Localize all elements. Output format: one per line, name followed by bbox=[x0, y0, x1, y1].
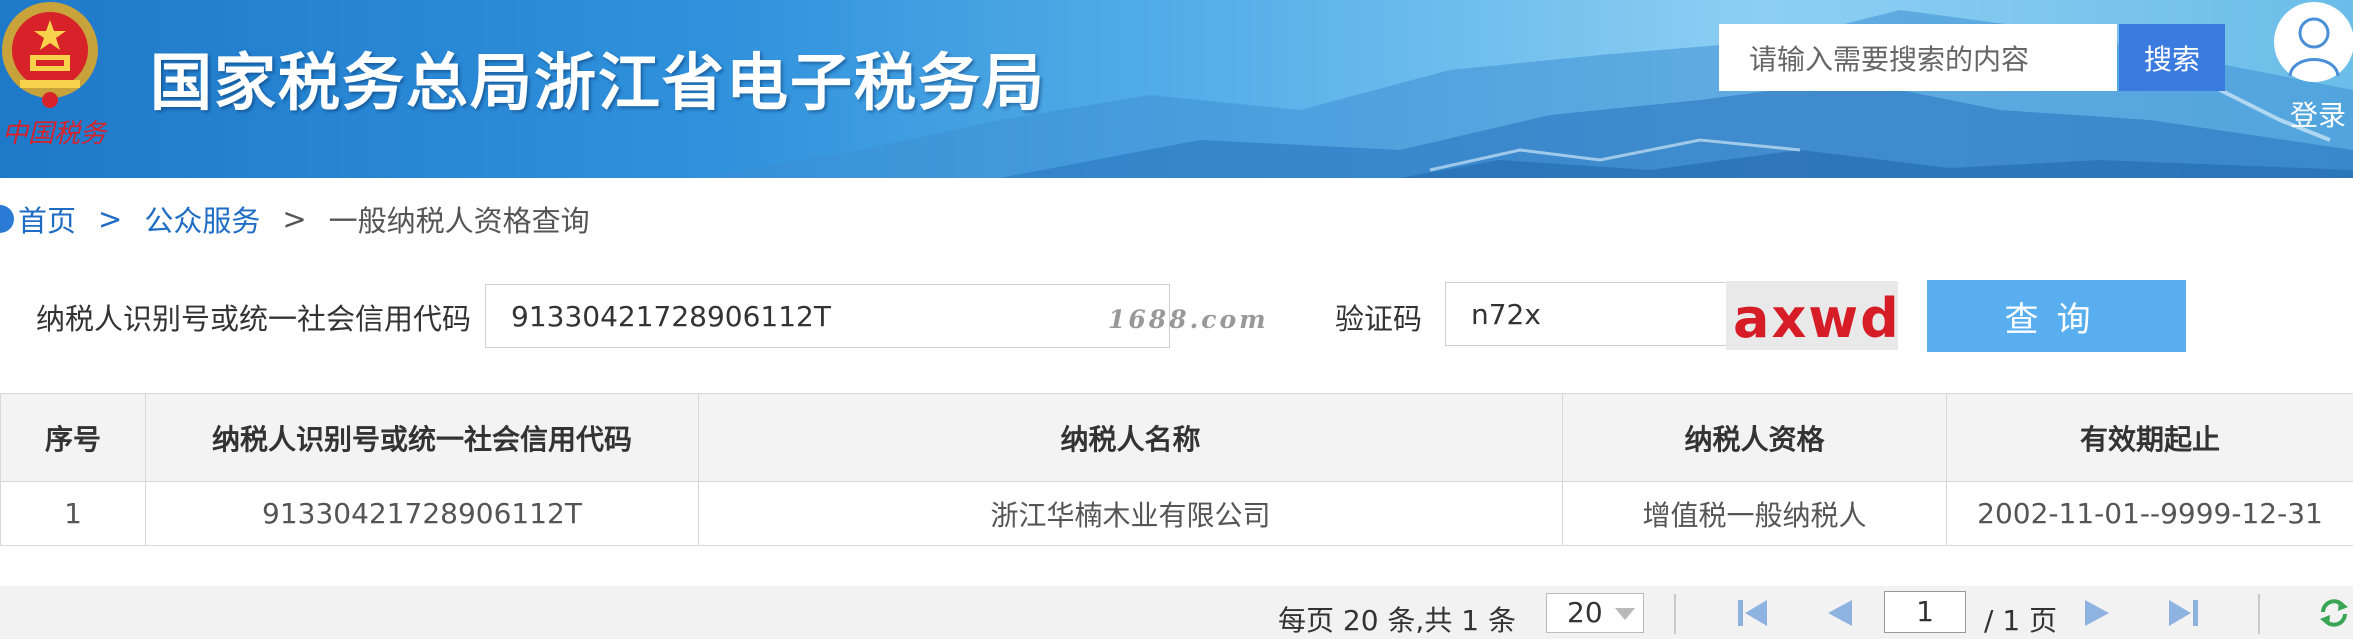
table-cell: 1 bbox=[0, 481, 146, 546]
captcha-input[interactable]: n72x bbox=[1445, 282, 1727, 346]
pagination-bar: 每页 20 条,共 1 条 20 1 / 1 页 bbox=[0, 586, 2353, 639]
page-size-value: 20 bbox=[1567, 596, 1603, 629]
page-number-input[interactable]: 1 bbox=[1884, 591, 1966, 633]
breadcrumb-marker bbox=[0, 205, 14, 233]
pager-divider bbox=[2258, 594, 2260, 634]
search-button[interactable]: 搜索 bbox=[2119, 24, 2225, 91]
site-title: 国家税务总局浙江省电子税务局 bbox=[150, 46, 1047, 119]
last-page-icon[interactable] bbox=[2165, 596, 2201, 630]
user-avatar-icon[interactable] bbox=[2272, 0, 2353, 92]
table-cell: 浙江华楠木业有限公司 bbox=[698, 481, 1563, 546]
pager-divider bbox=[1674, 594, 1676, 634]
column-header: 有效期起止 bbox=[1946, 393, 2353, 482]
captcha-image[interactable]: axwd bbox=[1726, 281, 1898, 350]
table-cell: 2002-11-01--9999-12-31 bbox=[1946, 481, 2353, 546]
breadcrumb-home[interactable]: 首页 bbox=[18, 198, 76, 240]
page-total: / 1 页 bbox=[1984, 604, 2058, 637]
column-header: 纳税人资格 bbox=[1562, 393, 1947, 482]
page-summary: 每页 20 条,共 1 条 bbox=[1278, 604, 1516, 637]
login-link[interactable]: 登录 bbox=[2290, 94, 2346, 134]
svg-text:中国税务: 中国税务 bbox=[2, 119, 108, 149]
query-button[interactable]: 查询 bbox=[1927, 280, 2186, 352]
results-table: 序号 纳税人识别号或统一社会信用代码 纳税人名称 纳税人资格 有效期起止 1 9… bbox=[0, 393, 2353, 546]
national-emblem-icon bbox=[2, 2, 98, 108]
table-cell: 增值税一般纳税人 bbox=[1562, 481, 1947, 546]
column-header: 序号 bbox=[0, 393, 146, 482]
emblem-calligraphy: 中国税务 bbox=[2, 119, 108, 149]
captcha-image-text: axwd bbox=[1733, 287, 1898, 350]
refresh-icon[interactable] bbox=[2317, 596, 2351, 630]
taxpayer-id-input[interactable]: 91330421728906112T bbox=[485, 284, 1170, 348]
breadcrumb-separator: > bbox=[282, 202, 307, 236]
search-input[interactable]: 请输入需要搜索的内容 bbox=[1719, 24, 2117, 91]
site-header: 中国税务 国家税务总局浙江省电子税务局 请输入需要搜索的内容 搜索 登录 bbox=[0, 0, 2353, 178]
breadcrumb-separator: > bbox=[98, 202, 123, 236]
watermark: 1688.com bbox=[1108, 305, 1269, 334]
column-header: 纳税人识别号或统一社会信用代码 bbox=[145, 393, 699, 482]
table-cell: 91330421728906112T bbox=[145, 481, 699, 546]
prev-page-icon[interactable] bbox=[1822, 596, 1858, 630]
captcha-label: 验证码 bbox=[1335, 302, 1423, 336]
table-row: 1 91330421728906112T 浙江华楠木业有限公司 增值税一般纳税人… bbox=[0, 481, 2353, 546]
chevron-down-icon bbox=[1615, 608, 1635, 620]
next-page-icon[interactable] bbox=[2079, 596, 2115, 630]
column-header: 纳税人名称 bbox=[698, 393, 1563, 482]
breadcrumb-public-services[interactable]: 公众服务 bbox=[144, 198, 260, 240]
page-size-select[interactable]: 20 bbox=[1546, 593, 1644, 633]
taxpayer-id-label: 纳税人识别号或统一社会信用代码 bbox=[36, 302, 472, 336]
first-page-icon[interactable] bbox=[1735, 596, 1771, 630]
breadcrumb: 首页 > 公众服务 > 一般纳税人资格查询 bbox=[0, 198, 590, 240]
breadcrumb-current: 一般纳税人资格查询 bbox=[328, 204, 590, 238]
table-header-row: 序号 纳税人识别号或统一社会信用代码 纳税人名称 纳税人资格 有效期起止 bbox=[0, 393, 2353, 482]
